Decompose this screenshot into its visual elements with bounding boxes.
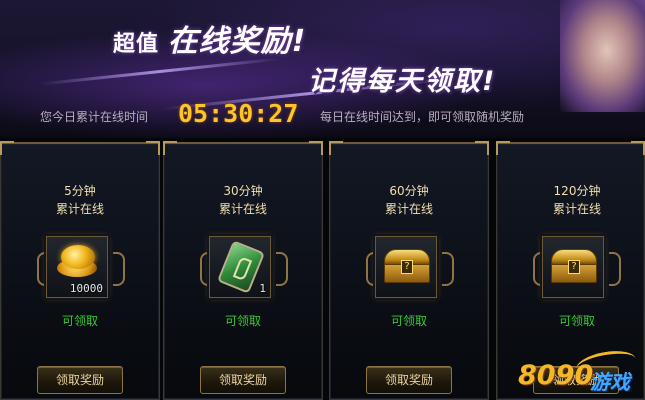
claim-status: 可领取 (390, 314, 427, 328)
reward-card-title: 60分钟 累计在线 (384, 184, 433, 216)
banner-title: 超值 在线奖励! (113, 24, 307, 59)
online-reward-banner: 超值 在线奖励! 记得每天领取! 您今日累计在线时间 05:30:27 每日在线… (0, 0, 645, 138)
light-streak (40, 57, 280, 86)
treasure-chest-icon: ? (376, 237, 436, 297)
claim-reward-button[interactable]: 领取奖励 (37, 366, 123, 394)
reward-card-title: 30分钟 累计在线 (218, 184, 267, 216)
online-time-row: 您今日累计在线时间 05:30:27 每日在线时间达到，即可领取随机奖励 (0, 98, 645, 134)
online-time-value: 05:30:27 (178, 99, 299, 128)
slot-ornament (609, 252, 621, 286)
slot-ornament (442, 252, 454, 286)
claim-status: 可领取 (61, 314, 98, 328)
claim-status: 可领取 (558, 314, 595, 328)
hero-portrait (560, 0, 645, 112)
watermark-number: 8090 (518, 360, 594, 391)
claim-reward-button[interactable]: 领取奖励 (366, 366, 452, 394)
reward-card-title: 5分钟 累计在线 (55, 184, 104, 216)
slot-ornament (113, 252, 125, 286)
treasure-chest-icon: ? (543, 237, 603, 297)
reward-card: 30分钟 累计在线 1 可领取 领取奖励 (163, 141, 323, 400)
claim-status: 可领取 (224, 314, 261, 328)
item-quantity: 1 (259, 282, 266, 295)
online-time-label: 您今日累计在线时间 (40, 110, 149, 124)
reward-card: 5分钟 累计在线 10000 可领取 领取奖励 (0, 141, 160, 400)
slot-ornament (276, 252, 288, 286)
site-watermark-logo: 8090 游戏 (518, 346, 645, 400)
item-quantity: 10000 (69, 282, 103, 295)
reward-item-slot[interactable]: ? (542, 236, 604, 298)
banner-subtitle: 记得每天领取! (308, 66, 497, 97)
watermark-text: 游戏 (590, 370, 630, 394)
reward-card: 60分钟 累计在线 ? 可领取 领取奖励 (329, 141, 489, 400)
reward-item-slot[interactable]: 1 (209, 236, 271, 298)
reward-item-slot[interactable]: ? (375, 236, 437, 298)
claim-reward-button[interactable]: 领取奖励 (200, 366, 286, 394)
reward-item-slot[interactable]: 10000 (46, 236, 108, 298)
reward-hint: 每日在线时间达到，即可领取随机奖励 (320, 110, 525, 124)
reward-card-title: 120分钟 累计在线 (552, 184, 601, 216)
